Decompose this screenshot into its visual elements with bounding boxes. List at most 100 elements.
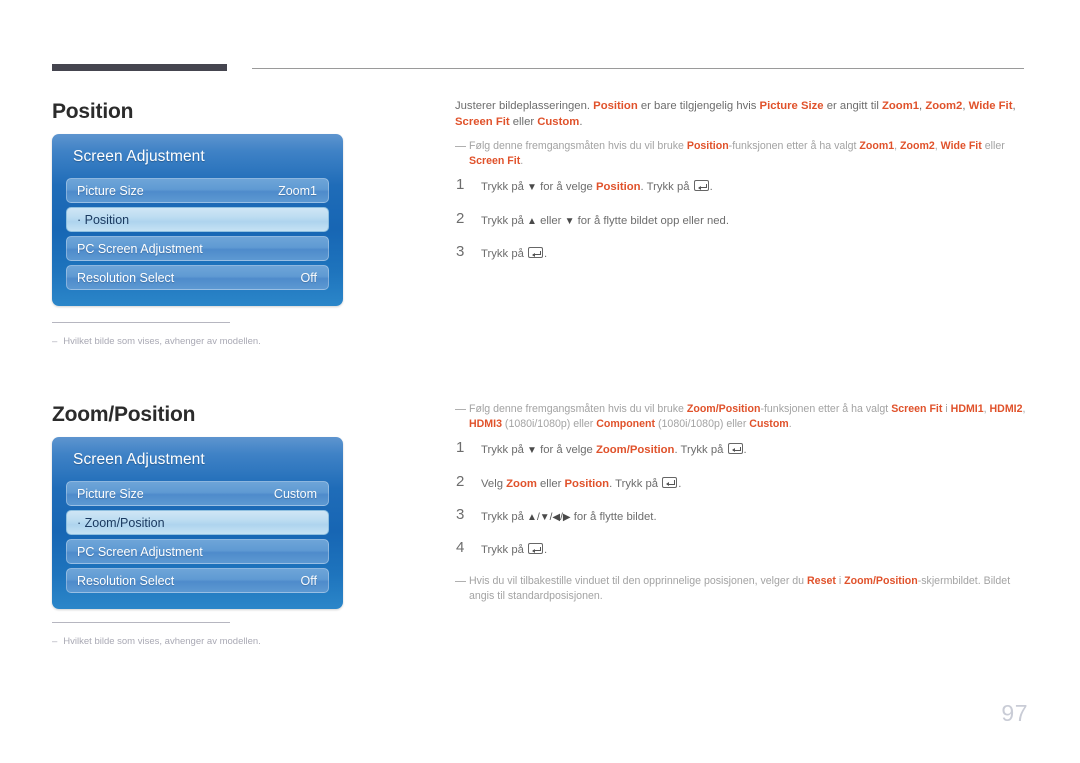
step-number: 3 <box>456 505 465 523</box>
osd-panel-title: Screen Adjustment <box>73 451 205 468</box>
arrow-cluster-icon: ▲/▼/◀/▶ <box>527 511 571 523</box>
step-phrase: Trykk på <box>481 214 528 227</box>
note-body: Hvis du vil tilbakestille vinduet til de… <box>469 574 1030 604</box>
step-phrase: . <box>709 181 713 194</box>
step-phrase: . Trykk på <box>640 181 693 194</box>
step-phrase: . <box>544 544 548 557</box>
note-text: eller <box>981 140 1005 153</box>
enter-key-icon <box>662 476 678 488</box>
note-highlight: Wide Fit <box>940 140 982 153</box>
step-item: 1 Trykk på ▼ for å velge Position. Trykk… <box>455 177 1030 196</box>
steps-list-zoom-position: 1 Trykk på ▼ for å velge Zoom/Position. … <box>455 440 1030 559</box>
osd-row-label: PC Screen Adjustment <box>77 544 203 559</box>
osd-row-zoom-position[interactable]: · Zoom/Position <box>66 510 329 535</box>
note-highlight: Zoom/Position <box>686 403 761 415</box>
step-phrase: for å flytte bildet opp eller ned. <box>574 214 729 227</box>
note-dash-icon <box>455 409 466 410</box>
osd-row-position[interactable]: · Position <box>66 207 329 232</box>
note-dash-icon <box>455 580 466 582</box>
step-item: 1 Trykk på ▼ for å velge Zoom/Position. … <box>455 440 1030 459</box>
osd-row-picture-size[interactable]: Picture Size Custom <box>66 481 329 506</box>
step-phrase: eller <box>536 214 565 227</box>
arrow-down-icon: ▼ <box>527 445 537 457</box>
note-highlight: Zoom1 <box>859 140 895 153</box>
osd-row-label: · Position <box>77 212 130 227</box>
note-text: (1080i/1080p) eller <box>501 418 597 431</box>
step-highlight: Position <box>564 477 610 490</box>
osd-row-value: Off <box>300 270 317 285</box>
arrow-down-icon: ▼ <box>527 182 537 194</box>
step-phrase: . Trykk på <box>609 477 662 490</box>
step-highlight: Zoom <box>506 477 537 490</box>
step-phrase: Trykk på <box>481 444 528 457</box>
note-highlight: Zoom2 <box>900 140 935 153</box>
step-item: 3 Trykk på . <box>455 244 1030 262</box>
note-highlight: Reset <box>807 574 836 587</box>
osd-row-value: Off <box>300 573 317 588</box>
osd-panel-zoom-position: Screen Adjustment Picture Size Custom · … <box>52 437 343 609</box>
step-text: Trykk på ▼ for å velge Position. Trykk p… <box>481 177 1030 196</box>
note-text: Følg denne fremgangsmåten hvis du vil br… <box>469 140 687 153</box>
osd-row-label: Resolution Select <box>77 270 175 285</box>
intro-highlight: Zoom2 <box>925 100 963 112</box>
osd-row-label: · Zoom/Position <box>77 515 165 530</box>
step-phrase: . <box>544 248 548 261</box>
note-text: i <box>942 403 951 415</box>
step-phrase: Trykk på <box>481 510 528 523</box>
step-number: 4 <box>456 539 465 557</box>
step-number: 2 <box>456 472 465 490</box>
step-phrase: . <box>743 444 747 457</box>
note-text: Følg denne fremgangsmåten hvis du vil br… <box>469 403 687 415</box>
osd-row-label: Resolution Select <box>77 573 175 588</box>
intro-text: Justerer bildeplasseringen. <box>455 100 594 112</box>
step-text: Trykk på ▲ eller ▼ for å flytte bildet o… <box>481 211 1030 230</box>
note-text: -funksjonen etter å ha valgt <box>728 140 860 153</box>
footnote-dash: – <box>52 636 58 647</box>
enter-key-icon <box>528 247 544 259</box>
step-text: Velg Zoom eller Position. Trykk på . <box>481 474 1030 492</box>
note-text: i <box>835 574 845 587</box>
step-text: Trykk på ▼ for å velge Zoom/Position. Tr… <box>481 440 1030 459</box>
arrow-up-icon: ▲ <box>527 215 537 227</box>
note-text: -funksjonen etter å ha valgt <box>760 403 892 415</box>
note-highlight: Custom <box>749 418 789 431</box>
arrow-down-icon: ▼ <box>564 215 575 227</box>
page-title-zoom-position: Zoom/Position <box>52 403 196 426</box>
enter-key-icon <box>727 443 743 455</box>
note-highlight: Component <box>596 418 656 431</box>
footnote-position: – Hvilket bilde som vises, avhenger av m… <box>52 322 352 348</box>
footnote-divider <box>52 322 230 323</box>
intro-paragraph: Justerer bildeplasseringen. Position er … <box>455 99 1030 130</box>
note-text: . <box>520 155 524 168</box>
header-rule-thick <box>52 64 227 71</box>
enter-key-icon <box>693 180 709 192</box>
steps-list-position: 1 Trykk på ▼ for å velge Position. Trykk… <box>455 177 1030 262</box>
footnote-text: Hvilket bilde som vises, avhenger av mod… <box>63 336 261 347</box>
step-phrase: for å velge <box>536 181 596 194</box>
osd-row-pc-screen-adjustment[interactable]: PC Screen Adjustment <box>66 539 329 564</box>
content-column-position: Justerer bildeplasseringen. Position er … <box>455 99 1030 278</box>
intro-highlight: Screen Fit <box>455 115 510 128</box>
intro-text: . <box>579 115 583 128</box>
osd-row-pc-screen-adjustment[interactable]: PC Screen Adjustment <box>66 236 329 261</box>
footnote-zoom-position: – Hvilket bilde som vises, avhenger av m… <box>52 622 352 648</box>
step-item: 4 Trykk på . <box>455 540 1030 558</box>
osd-row-value: Zoom1 <box>278 183 317 198</box>
osd-row-resolution-select[interactable]: Resolution Select Off <box>66 265 329 290</box>
page-title-position: Position <box>52 100 134 123</box>
step-text: Trykk på . <box>481 244 1030 262</box>
step-number: 3 <box>456 243 465 261</box>
endnote-reset: Hvis du vil tilbakestille vinduet til de… <box>455 574 1030 604</box>
note-highlight: Screen Fit <box>469 155 521 168</box>
osd-row-value: Custom <box>273 486 317 501</box>
intro-highlight: Zoom1 <box>882 100 920 112</box>
step-item: 2 Trykk på ▲ eller ▼ for å flytte bildet… <box>455 210 1030 230</box>
step-phrase: Trykk på <box>481 181 528 194</box>
note-dash-icon <box>455 146 466 148</box>
osd-row-resolution-select[interactable]: Resolution Select Off <box>66 568 329 593</box>
osd-row-picture-size[interactable]: Picture Size Zoom1 <box>66 178 329 203</box>
page-number: 97 <box>1001 700 1028 726</box>
step-item: 3 Trykk på ▲/▼/◀/▶ for å flytte bildet. <box>455 507 1030 526</box>
step-phrase: eller <box>536 477 565 490</box>
osd-panel-title: Screen Adjustment <box>73 148 205 165</box>
